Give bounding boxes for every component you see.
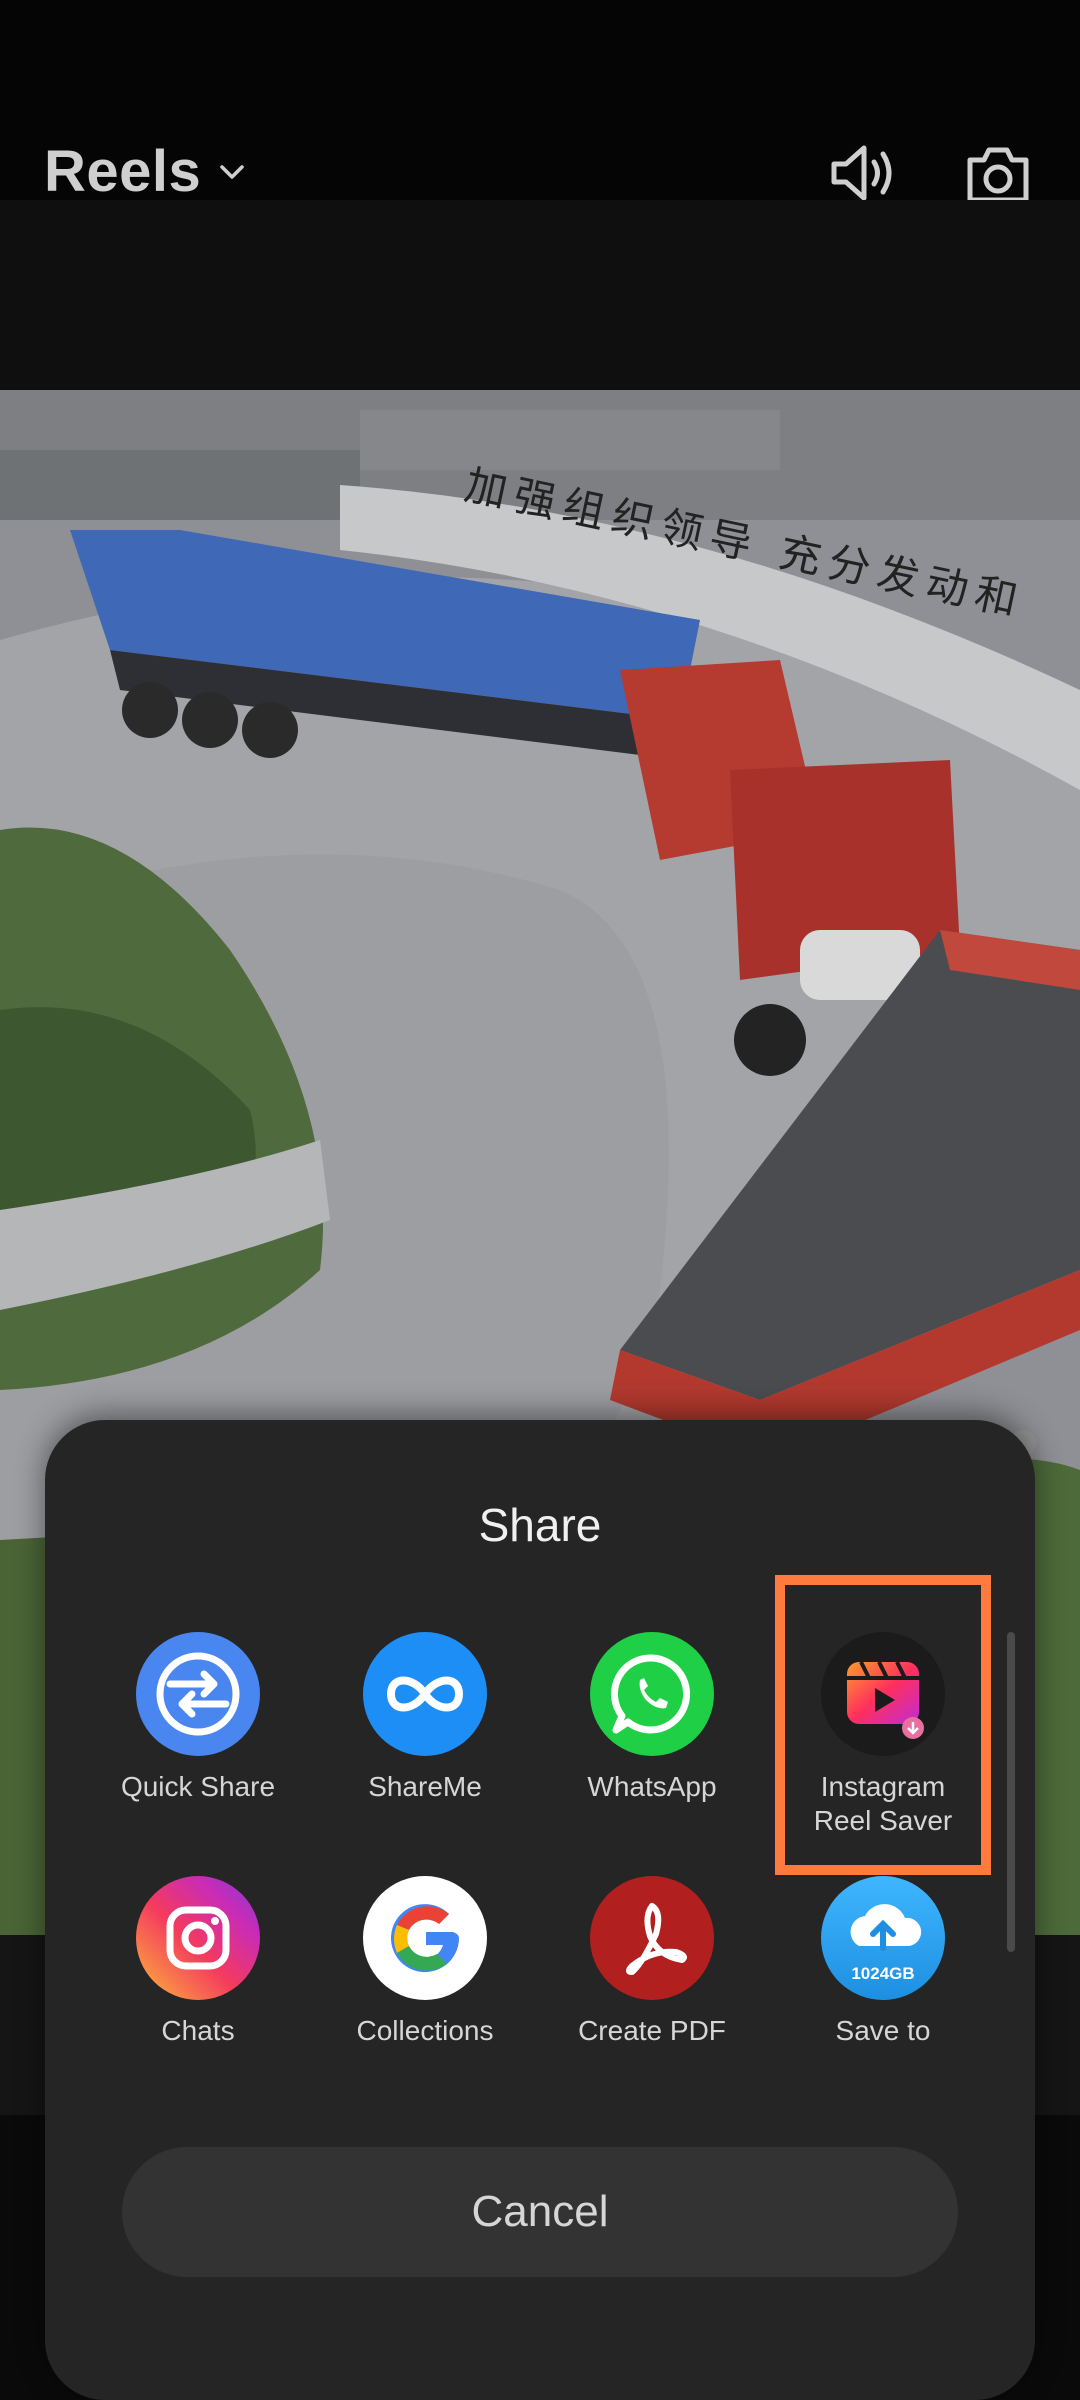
video-top-band <box>0 200 1080 390</box>
app-label: Create PDF <box>578 2015 726 2046</box>
app-label: ShareMe <box>368 1771 482 1802</box>
app-label: Save to <box>835 2015 931 2046</box>
highlight-box <box>775 1575 991 1875</box>
share-sheet: Share Quick Share ShareMe WhatsApp Insta… <box>45 1420 1035 2400</box>
cancel-button[interactable]: Cancel <box>122 2147 958 2277</box>
speaker-icon[interactable] <box>828 138 898 208</box>
share-app-collections[interactable]: Collections <box>310 1876 540 2076</box>
storage-badge: 1024GB <box>851 1964 915 1983</box>
whatsapp-icon <box>590 1632 714 1756</box>
acrobat-icon <box>590 1876 714 2000</box>
share-app-create-pdf[interactable]: Create PDF <box>537 1876 767 2076</box>
share-app-whatsapp[interactable]: WhatsApp <box>537 1632 767 1804</box>
google-icon <box>363 1876 487 2000</box>
share-app-shareme[interactable]: ShareMe <box>310 1632 540 1804</box>
share-app-save-to[interactable]: 1024GB Save to <box>768 1876 998 2076</box>
app-label: WhatsApp <box>587 1771 717 1802</box>
cloud-upload-icon: 1024GB <box>821 1876 945 2000</box>
quick-share-icon <box>136 1632 260 1756</box>
shareme-icon <box>363 1632 487 1756</box>
instagram-icon <box>136 1876 260 2000</box>
chevron-down-icon <box>220 164 245 179</box>
page-title: Reels <box>44 139 202 204</box>
reels-title-menu[interactable]: Reels <box>44 138 247 205</box>
share-title: Share <box>478 1499 602 1551</box>
app-label: Quick Share <box>120 1771 276 1802</box>
app-label: Collections <box>356 2015 494 2046</box>
app-label: Chats <box>161 2015 235 2046</box>
share-scrollbar[interactable] <box>1007 1632 1015 1952</box>
share-app-chats[interactable]: Chats <box>83 1876 313 2076</box>
share-app-quick-share[interactable]: Quick Share <box>83 1632 313 1804</box>
